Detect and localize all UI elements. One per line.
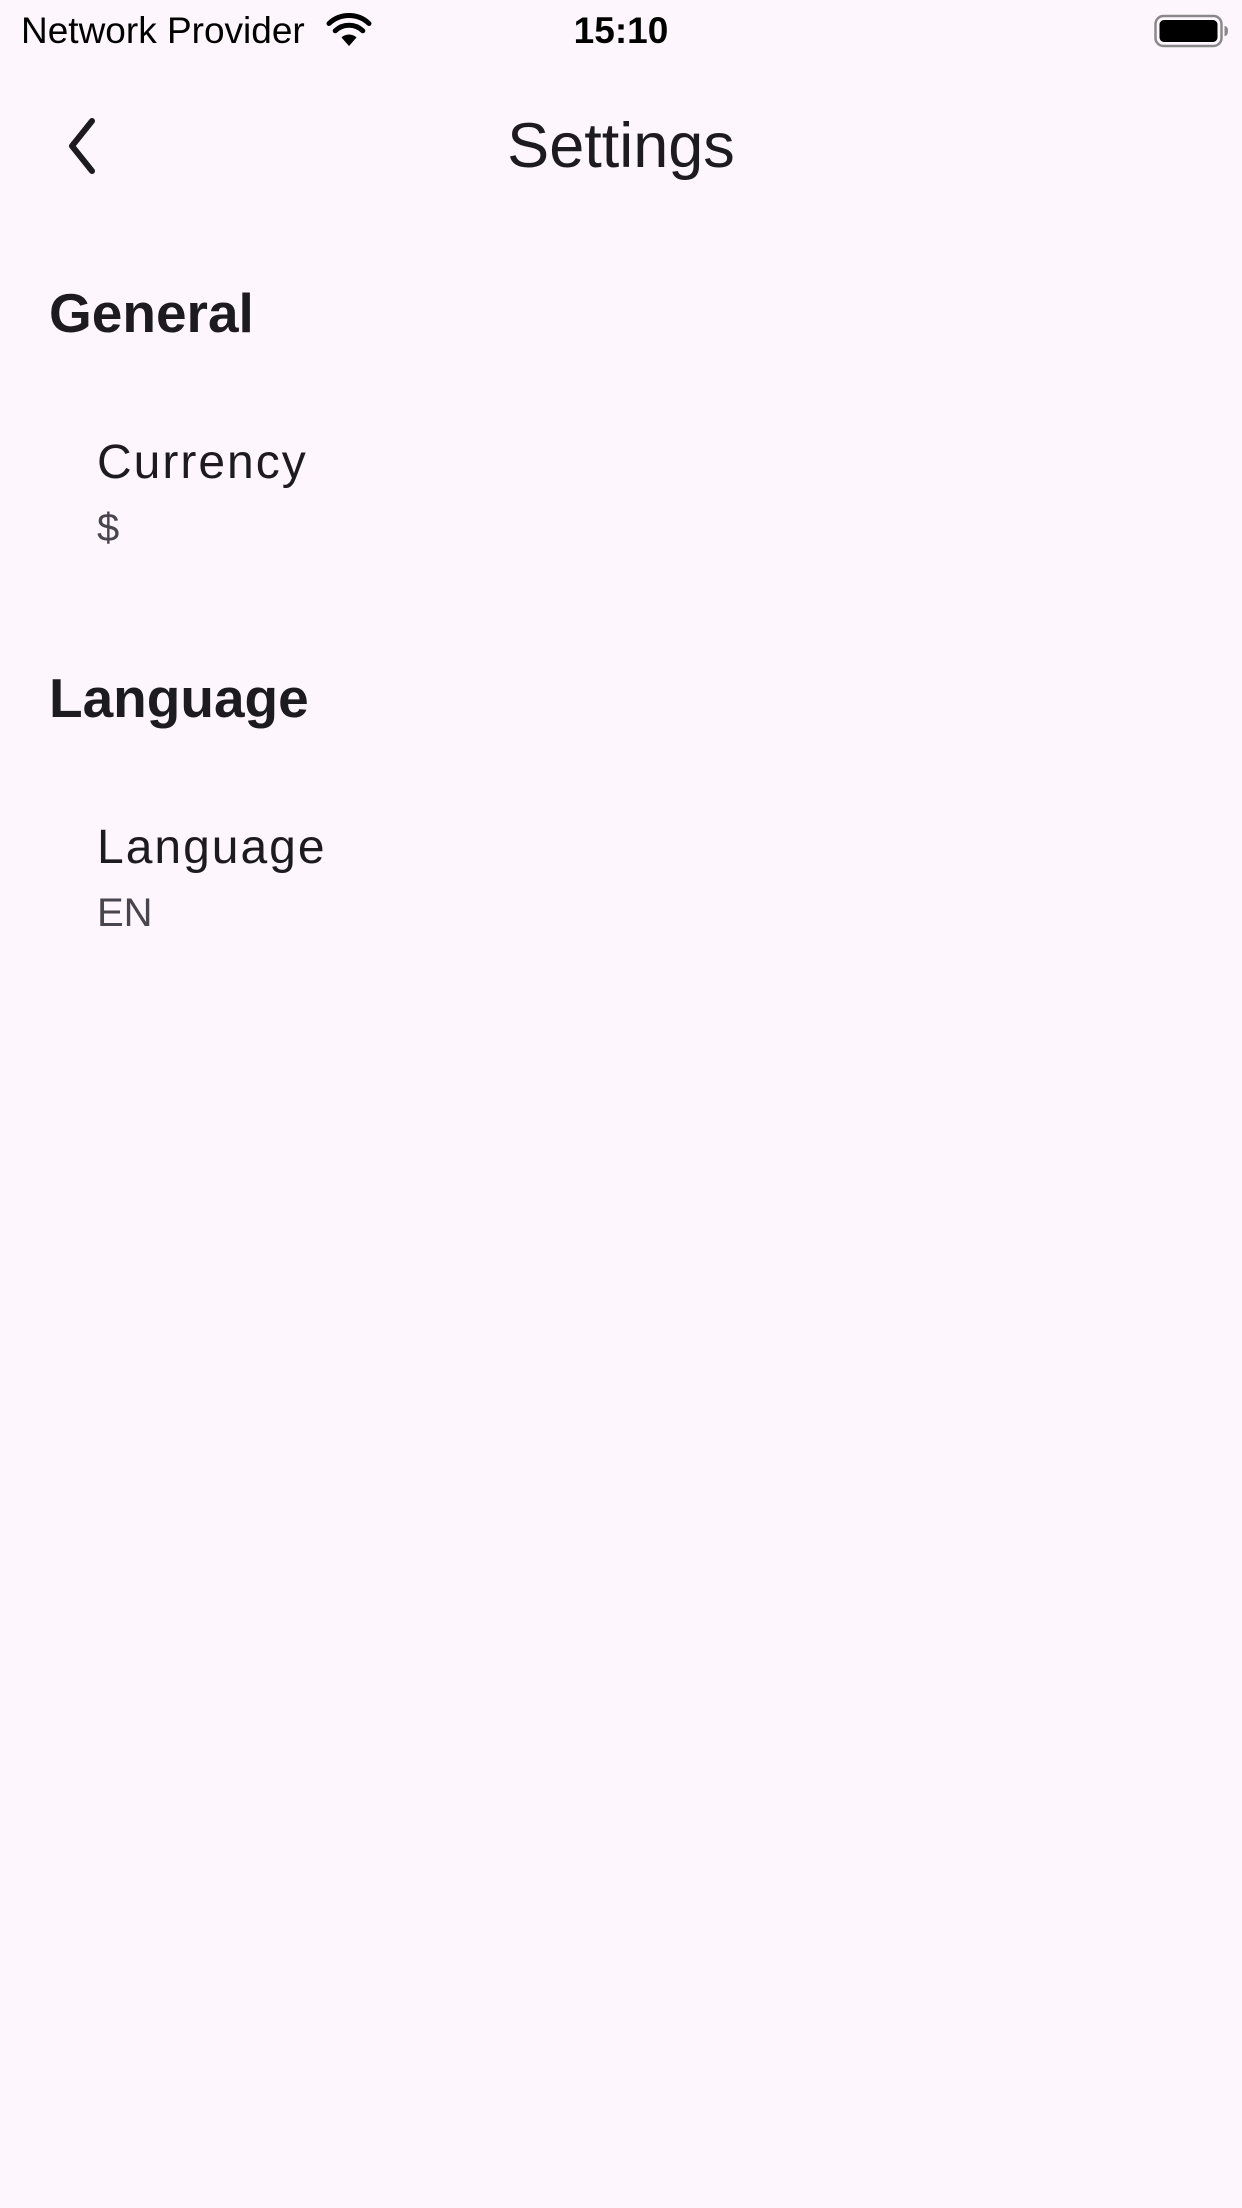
page-title: Settings (507, 111, 735, 181)
setting-label: Language (97, 821, 327, 874)
status-bar: Network Provider 15:10 (0, 0, 1242, 62)
setting-value: EN (97, 891, 153, 935)
setting-item-currency[interactable]: Currency $ (0, 434, 1242, 584)
status-time: 15:10 (573, 10, 669, 51)
section-title-general: General (49, 282, 254, 344)
setting-label: Currency (97, 436, 308, 489)
battery-full-icon (1154, 14, 1230, 48)
section-title-language: Language (49, 667, 309, 729)
setting-item-language[interactable]: Language EN (0, 819, 1242, 969)
setting-value: $ (97, 506, 120, 550)
app-bar: Settings (0, 88, 1242, 200)
